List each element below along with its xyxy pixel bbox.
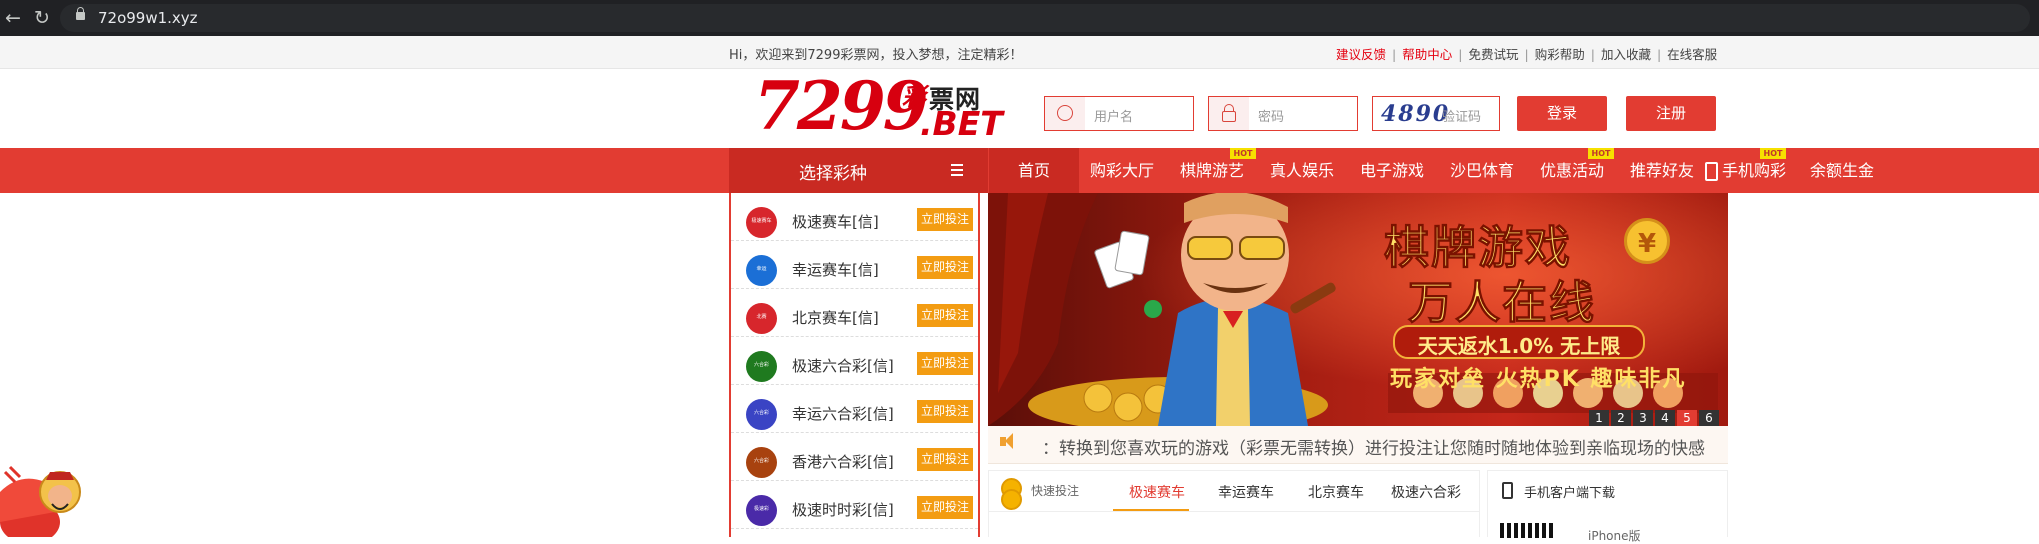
iphone-label[interactable]: iPhone版: [1588, 527, 1641, 544]
lock-icon: [76, 7, 85, 20]
tab-speed-racing[interactable]: 极速赛车: [1129, 482, 1185, 502]
lottery-ball-icon: 幸运: [746, 255, 777, 286]
logo-number: 7299: [754, 67, 929, 145]
password-field[interactable]: 密码: [1208, 96, 1358, 131]
lottery-ball-icon: 极速赛车: [746, 207, 777, 238]
nav-live-casino[interactable]: 真人娱乐: [1270, 148, 1334, 193]
lottery-name[interactable]: 幸运六合彩[信]: [792, 403, 894, 424]
welcome-text: Hi，欢迎来到7299彩票网，投入梦想，注定精彩！: [729, 48, 1023, 63]
app-download-label: 手机客户端下载: [1524, 486, 1616, 501]
link-help-center[interactable]: 帮助中心: [1402, 44, 1452, 63]
banner-page-2[interactable]: 2: [1611, 410, 1631, 427]
bet-now-button[interactable]: 立即投注: [917, 400, 973, 423]
nav-lottery-hall[interactable]: 购彩大厅: [1090, 148, 1154, 193]
lottery-select-header[interactable]: 选择彩种: [729, 148, 988, 193]
back-icon[interactable]: ←: [1, 6, 25, 30]
quick-bet-panel: 快速投注 极速赛车 幸运赛车 北京赛车 极速六合彩: [988, 470, 1480, 537]
login-button[interactable]: 登录: [1517, 96, 1607, 131]
lottery-ball-icon: 极速彩: [746, 495, 777, 526]
coin-icon: [1001, 489, 1022, 510]
lottery-name[interactable]: 幸运赛车[信]: [792, 259, 879, 280]
lottery-name[interactable]: 极速六合彩[信]: [792, 355, 894, 376]
banner-subtitle: 玩家对垒 火热PK 趣味非凡: [1390, 367, 1687, 392]
lottery-ball-icon: 北赛: [746, 303, 777, 334]
nav-saba-sports[interactable]: 沙巴体育: [1450, 148, 1514, 193]
tab-beijing-racing[interactable]: 北京赛车: [1308, 482, 1364, 502]
bet-now-button[interactable]: 立即投注: [917, 304, 973, 327]
banner-ribbon-text: 天天返水1.0% 无上限: [1417, 334, 1621, 358]
list-item[interactable]: 北赛 北京赛车[信] 立即投注: [731, 289, 978, 337]
register-button[interactable]: 注册: [1626, 96, 1716, 131]
speaker-icon: [1000, 433, 1013, 449]
bet-now-button[interactable]: 立即投注: [917, 352, 973, 375]
address-bar[interactable]: [60, 4, 2030, 32]
app-download-panel: 手机客户端下载 iPhone版: [1487, 470, 1728, 543]
link-favorite[interactable]: 加入收藏: [1601, 44, 1651, 63]
hot-badge: HOT: [1230, 148, 1256, 159]
list-item[interactable]: 极速彩 极速时时彩[信] 立即投注: [731, 481, 978, 529]
banner-page-1[interactable]: 1: [1589, 410, 1609, 427]
banner-page-4[interactable]: 4: [1655, 410, 1675, 427]
menu-icon: [951, 164, 963, 166]
username-placeholder: 用户名: [1094, 110, 1134, 125]
banner-page-6[interactable]: 6: [1699, 410, 1719, 427]
nav-balance-interest[interactable]: 余额生金: [1810, 148, 1874, 193]
lock-icon: [1209, 97, 1249, 130]
bet-now-button[interactable]: 立即投注: [917, 496, 973, 519]
active-tab-indicator: [1113, 509, 1189, 511]
reload-icon[interactable]: ↻: [30, 6, 54, 30]
link-free-trial[interactable]: 免费试玩: [1468, 44, 1518, 63]
bet-now-button[interactable]: 立即投注: [917, 256, 973, 279]
phone-icon: [1502, 482, 1513, 499]
promo-banner[interactable]: 棋牌游戏 万人在线 ¥ 天天返水1.0% 无上限 玩家对垒 火热PK 趣味非凡: [988, 193, 1728, 426]
link-buy-help[interactable]: 购彩帮助: [1535, 44, 1585, 63]
tab-lucky-racing[interactable]: 幸运赛车: [1218, 482, 1274, 502]
username-field[interactable]: 用户名: [1044, 96, 1194, 131]
lottery-select-title: 选择彩种: [799, 164, 867, 184]
captcha-field[interactable]: 4890 验证码: [1372, 96, 1500, 131]
bet-now-button[interactable]: 立即投注: [917, 208, 973, 231]
banner-ribbon: 天天返水1.0% 无上限: [1393, 325, 1645, 359]
nav-home[interactable]: 首页: [989, 148, 1079, 193]
nav-refer-friend[interactable]: 推荐好友: [1630, 148, 1694, 193]
lottery-ball-icon: 六合彩: [746, 399, 777, 430]
user-icon: [1045, 97, 1085, 130]
lottery-name[interactable]: 极速赛车[信]: [792, 211, 879, 232]
list-item[interactable]: 幸运 幸运赛车[信] 立即投注: [731, 241, 978, 289]
lottery-ball-icon: 六合彩: [746, 351, 777, 382]
hot-badge: HOT: [1588, 148, 1614, 159]
captcha-placeholder: 验证码: [1442, 110, 1482, 125]
list-item[interactable]: 六合彩 极速六合彩[信] 立即投注: [731, 337, 978, 385]
nav-slots[interactable]: 电子游戏: [1360, 148, 1424, 193]
link-online-service[interactable]: 在线客服: [1667, 44, 1717, 63]
tab-speed-mark-six[interactable]: 极速六合彩: [1391, 482, 1461, 502]
floating-mascot[interactable]: [0, 452, 82, 537]
banner-page-5[interactable]: 5: [1677, 410, 1697, 427]
link-feedback[interactable]: 建议反馈: [1336, 44, 1386, 63]
banner-page-3[interactable]: 3: [1633, 410, 1653, 427]
captcha-image[interactable]: 4890: [1381, 101, 1448, 127]
notice-text: ：转换到您喜欢玩的游戏（彩票无需转换）进行投注让您随时随地体验到亲临现场的快感: [1042, 439, 1705, 459]
qr-code: [1500, 523, 1556, 538]
mobile-icon: [1705, 148, 1718, 193]
yen-coin-icon: ¥: [1624, 218, 1670, 264]
list-item[interactable]: 六合彩 香港六合彩[信] 立即投注: [731, 433, 978, 481]
quick-bet-label: 快速投注: [1031, 484, 1080, 498]
lottery-name[interactable]: 香港六合彩[信]: [792, 451, 894, 472]
lottery-list: 极速赛车 极速赛车[信] 立即投注 幸运 幸运赛车[信] 立即投注 北赛 北京赛…: [729, 193, 980, 537]
password-placeholder: 密码: [1258, 110, 1285, 125]
bet-now-button[interactable]: 立即投注: [917, 448, 973, 471]
lottery-name[interactable]: 极速时时彩[信]: [792, 499, 894, 520]
notice-bar: ：转换到您喜欢玩的游戏（彩票无需转换）进行投注让您随时随地体验到亲临现场的快感: [988, 426, 1728, 464]
list-item[interactable]: 六合彩 幸运六合彩[信] 立即投注: [731, 385, 978, 433]
url-text: 72o99w1.xyz: [98, 9, 198, 27]
lottery-ball-icon: 六合彩: [746, 447, 777, 478]
banner-title-line2: 万人在线: [1407, 276, 1597, 330]
logo-bet: .BET: [920, 104, 1003, 143]
top-links: 建议反馈 | 帮助中心 | 免费试玩 | 购彩帮助 | 加入收藏 | 在线客服: [1336, 44, 1717, 63]
hot-badge: HOT: [1760, 148, 1786, 159]
lottery-name[interactable]: 北京赛车[信]: [792, 307, 879, 328]
list-item[interactable]: 极速赛车 极速赛车[信] 立即投注: [731, 193, 978, 241]
